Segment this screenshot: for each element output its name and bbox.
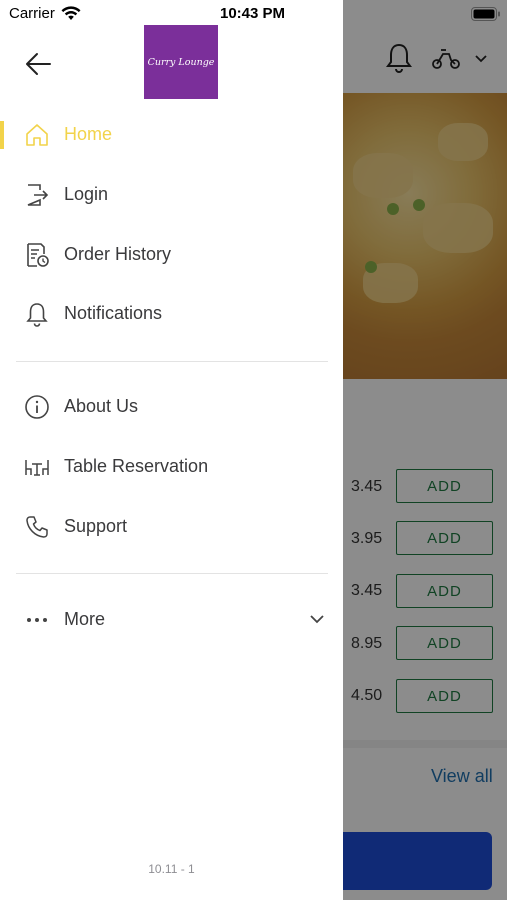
menu-item-label: Table Reservation (64, 456, 209, 476)
chevron-down-icon[interactable] (309, 613, 325, 625)
menu-item-label: Home (64, 124, 113, 144)
info-icon (25, 395, 49, 419)
app-version: 10.11 - 1 (148, 862, 195, 876)
menu-item-notifications[interactable]: Notifications (0, 292, 343, 336)
back-arrow-icon[interactable] (24, 50, 54, 78)
menu-item-label: Notifications (64, 303, 163, 323)
menu-item-home[interactable]: Home (0, 113, 343, 157)
menu-item-support[interactable]: Support (0, 505, 343, 549)
active-indicator (0, 121, 4, 149)
menu-divider (16, 361, 328, 362)
carrier-label: Carrier (9, 5, 55, 22)
home-icon (26, 124, 48, 146)
menu-item-table-reservation[interactable]: Table Reservation (0, 445, 343, 489)
wifi-icon (61, 6, 81, 20)
menu-item-label: Support (64, 516, 128, 536)
logo-text: Curry Lounge (147, 56, 215, 68)
login-icon (27, 184, 49, 206)
order-history-icon (27, 243, 49, 267)
menu-item-label: About Us (64, 396, 139, 416)
phone-icon (26, 516, 48, 538)
menu-item-label: Order History (64, 244, 172, 264)
restaurant-logo: Curry Lounge (144, 25, 218, 99)
bell-icon (26, 303, 48, 327)
status-bar: Carrier 10:43 PM (0, 0, 507, 28)
clock: 10:43 PM (220, 5, 286, 22)
navigation-drawer: Curry Lounge Home Login Order History No… (0, 0, 343, 900)
menu-divider (16, 573, 328, 574)
table-icon (25, 460, 49, 476)
menu-item-more[interactable]: More (0, 598, 343, 642)
menu-item-about-us[interactable]: About Us (0, 385, 343, 429)
menu-item-login[interactable]: Login (0, 173, 343, 217)
menu-item-label: More (64, 609, 106, 629)
menu-item-label: Login (64, 184, 109, 204)
more-dots-icon (27, 618, 47, 622)
menu-item-order-history[interactable]: Order History (0, 233, 343, 277)
battery-icon (471, 7, 500, 21)
